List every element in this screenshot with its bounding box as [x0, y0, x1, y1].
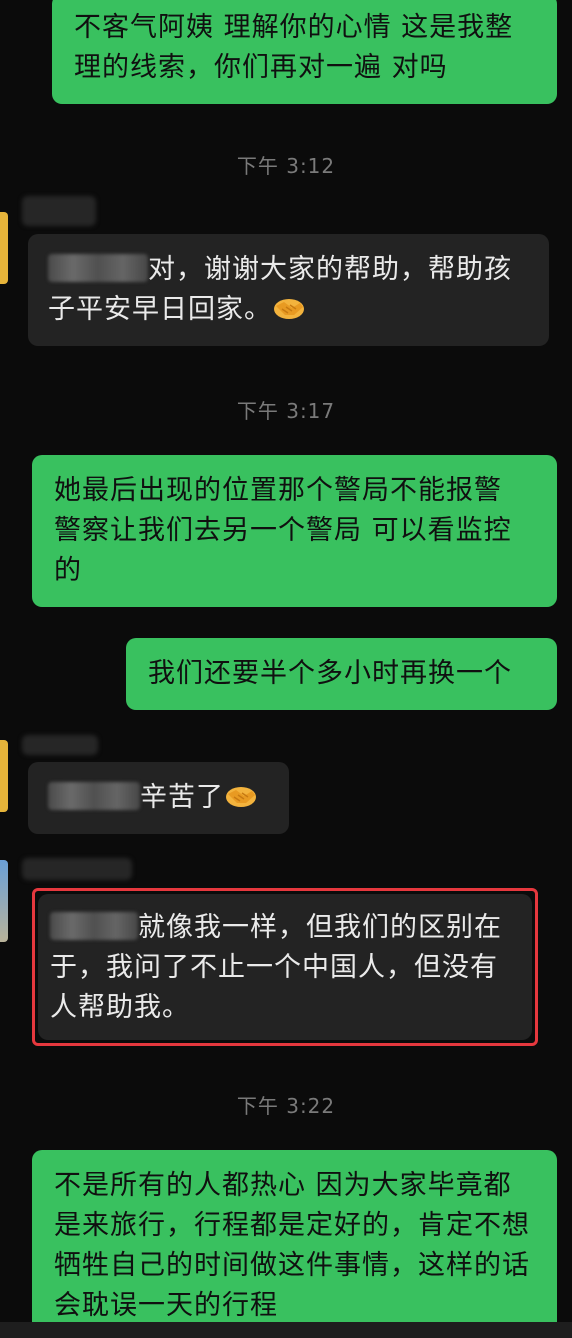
message-text: 不是所有的人都热心 因为大家毕竟都是来旅行，行程都是定好的，肯定不想牺牲自己的时…: [54, 1170, 530, 1321]
message-text: 辛苦了: [140, 782, 224, 813]
avatar[interactable]: [0, 740, 8, 812]
sender-name: [22, 196, 96, 226]
bottom-bar: [0, 1322, 572, 1338]
handshake-icon: [272, 294, 306, 322]
message-text: 她最后出现的位置那个警局不能报警 警察让我们去另一个警局 可以看监控的: [54, 475, 512, 586]
outgoing-message-bubble[interactable]: 她最后出现的位置那个警局不能报警 警察让我们去另一个警局 可以看监控的: [32, 455, 557, 607]
sender-name: [22, 858, 132, 880]
redacted-mention: [48, 782, 140, 810]
incoming-message-bubble[interactable]: 对，谢谢大家的帮助，帮助孩子平安早日回家。: [28, 234, 549, 346]
message-text: 不客气阿姨 理解你的心情 这是我整理的线索，你们再对一遍 对吗: [74, 12, 514, 83]
chat-conversation: 不客气阿姨 理解你的心情 这是我整理的线索，你们再对一遍 对吗 下午 3:12 …: [0, 0, 572, 1338]
avatar[interactable]: [0, 860, 8, 942]
incoming-message-bubble[interactable]: 辛苦了: [28, 762, 289, 834]
outgoing-message-bubble[interactable]: 不客气阿姨 理解你的心情 这是我整理的线索，你们再对一遍 对吗: [52, 0, 557, 104]
outgoing-message-bubble[interactable]: 不是所有的人都热心 因为大家毕竟都是来旅行，行程都是定好的，肯定不想牺牲自己的时…: [32, 1150, 557, 1338]
highlight-box: [32, 888, 538, 1046]
timestamp: 下午 3:17: [236, 399, 336, 423]
message-text: 我们还要半个多小时再换一个: [148, 658, 512, 689]
handshake-icon: [224, 782, 258, 810]
timestamp: 下午 3:22: [236, 1094, 336, 1118]
avatar[interactable]: [0, 212, 8, 284]
sender-name: [22, 735, 98, 755]
outgoing-message-bubble[interactable]: 我们还要半个多小时再换一个: [126, 638, 557, 710]
timestamp: 下午 3:12: [236, 154, 336, 178]
redacted-mention: [48, 254, 148, 282]
